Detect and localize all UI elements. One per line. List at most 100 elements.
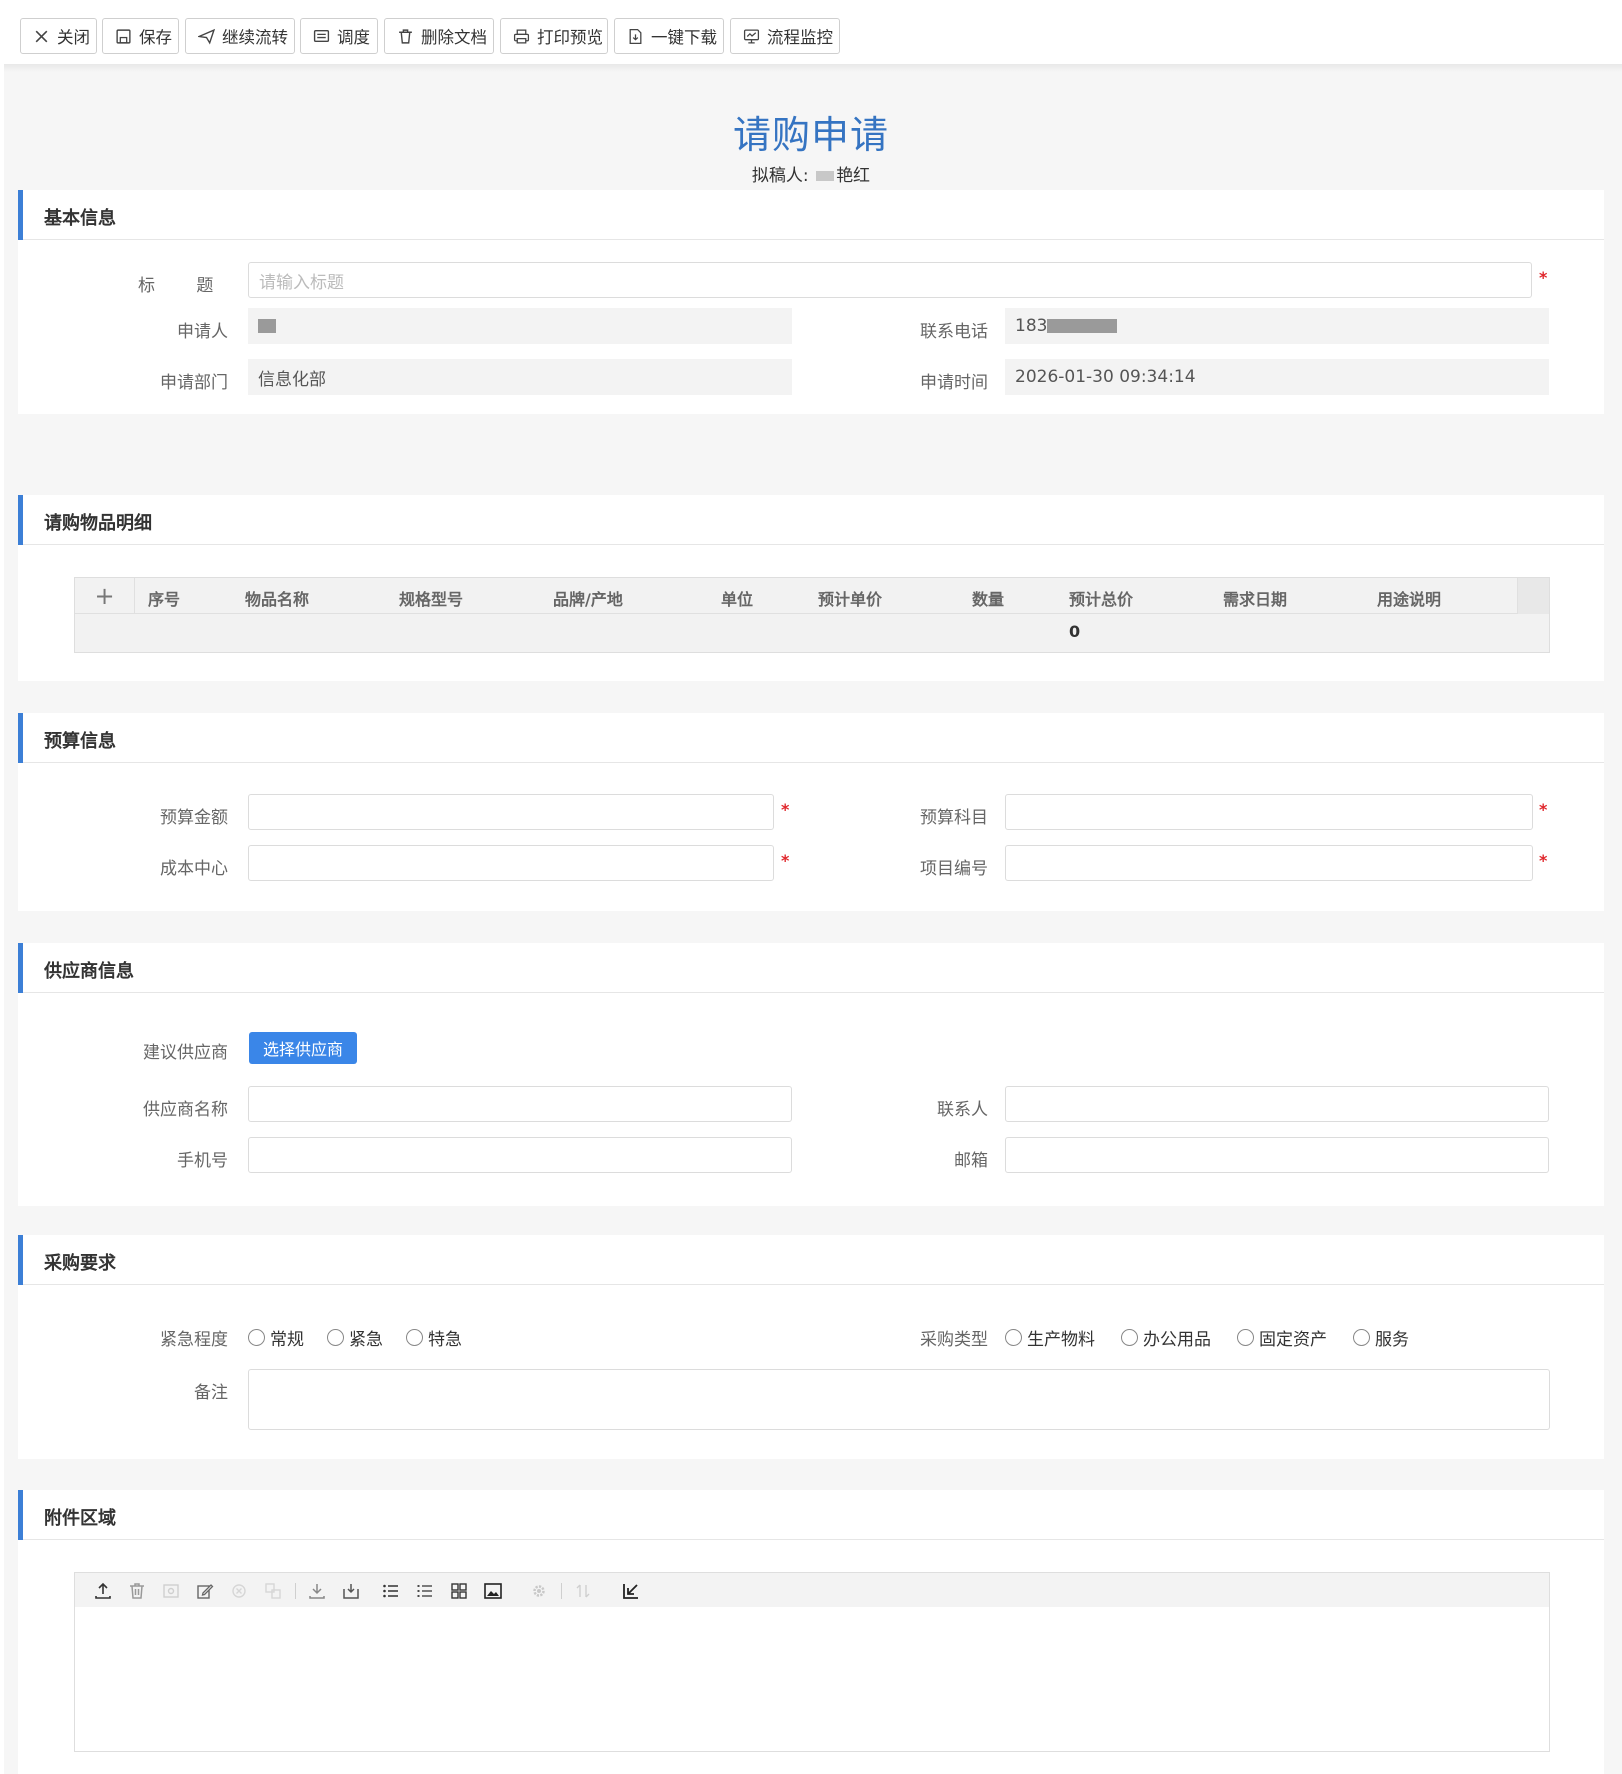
redacted-mask [816,171,835,181]
budget-subject-label: 预算科目 [920,808,988,828]
remark-label: 备注 [194,1383,228,1403]
close-button[interactable]: 关闭 [20,18,97,54]
dispatch-button[interactable]: 调度 [300,18,378,54]
email-label: 邮箱 [954,1151,988,1171]
required-mark: * [1539,800,1548,819]
time-field: 2026-01-30 09:34:14 [1005,359,1549,395]
cost-center-label: 成本中心 [160,859,228,879]
required-mark: * [781,800,790,819]
title-label: 标 题 [138,276,232,296]
send-icon [198,28,215,45]
dispatch-label: 调度 [337,28,370,47]
download-button[interactable]: 一键下载 [614,18,724,54]
add-row-button[interactable]: + [75,578,135,614]
section-accent-bar [18,943,23,993]
type-radio-production[interactable]: 生产物料 [1005,1325,1095,1350]
continue-flow-button[interactable]: 继续流转 [185,18,295,54]
phone-field: 183 [1005,308,1549,344]
download-label: 一键下载 [651,28,717,47]
section-header: 采购要求 [18,1235,1604,1285]
budget-amount-input[interactable] [248,794,774,830]
radio-circle[interactable] [327,1329,344,1346]
cancel-icon[interactable] [229,1581,249,1601]
budget-subject-input[interactable] [1005,794,1533,830]
image-icon[interactable] [483,1581,503,1601]
settings-icon[interactable] [529,1581,549,1601]
delete-icon[interactable] [127,1581,147,1601]
radio-circle[interactable] [1353,1329,1370,1346]
close-icon [35,30,48,42]
urgency-radio-normal[interactable]: 常规 [248,1325,304,1350]
cost-center-input[interactable] [248,845,774,881]
print-preview-button[interactable]: 打印预览 [500,18,608,54]
section-header: 附件区域 [18,1490,1604,1540]
continue-flow-label: 继续流转 [222,28,288,47]
grid-icon[interactable] [449,1581,469,1601]
urgency-radio-critical[interactable]: 特急 [406,1325,462,1350]
select-supplier-button[interactable]: 选择供应商 [249,1032,357,1064]
project-no-input[interactable] [1005,845,1533,881]
delete-doc-label: 删除文档 [421,28,487,47]
col-header: 物品名称 [245,590,310,609]
radio-circle[interactable] [406,1329,423,1346]
requirements-section: 采购要求 紧急程度 常规 紧急 特急 采购类型 生产物料 办公用品 固定资产 服… [18,1235,1604,1459]
download-file-icon [629,28,642,44]
flow-monitor-button[interactable]: 流程监控 [730,18,840,54]
col-header: 规格型号 [399,590,464,609]
section-accent-bar [18,1490,23,1540]
drafter-label: 拟稿人: [751,166,809,186]
download-icon[interactable] [307,1581,327,1601]
collapse-icon[interactable] [621,1581,641,1601]
col-header: 数量 [972,590,1005,609]
toolbar-separator [561,1583,562,1599]
type-radio-office[interactable]: 办公用品 [1121,1325,1211,1350]
remark-textarea[interactable] [248,1369,1550,1430]
type-radio-service[interactable]: 服务 [1353,1325,1409,1350]
col-header: 用途说明 [1377,590,1442,609]
attachment-toolbar [75,1573,1549,1607]
dept-field: 信息化部 [248,359,792,395]
copy-icon[interactable] [263,1581,283,1601]
supplier-section: 供应商信息 建议供应商 选择供应商 供应商名称 联系人 手机号 邮箱 [18,943,1604,1206]
save-button[interactable]: 保存 [102,18,179,54]
section-accent-bar [18,713,23,763]
edit-icon[interactable] [195,1581,215,1601]
time-label: 申请时间 [920,373,988,393]
mobile-input[interactable] [248,1137,792,1173]
basic-info-section: 基本信息 标 题 请输入标题 * 申请人 联系电话 183 申请部门 信息化部 … [18,190,1604,414]
required-mark: * [1539,851,1548,870]
section-title: 采购要求 [44,1253,116,1274]
contact-input[interactable] [1005,1086,1549,1122]
delete-doc-button[interactable]: 删除文档 [384,18,494,54]
applicant-label: 申请人 [177,322,228,342]
type-radio-fixed-asset[interactable]: 固定资产 [1237,1325,1327,1350]
preview-icon[interactable] [161,1581,181,1601]
title-input[interactable]: 请输入标题 [248,262,1532,298]
radio-circle[interactable] [1237,1329,1254,1346]
urgency-radio-urgent[interactable]: 紧急 [327,1325,383,1350]
section-title: 请购物品明细 [44,513,152,534]
upload-icon[interactable] [93,1581,113,1601]
email-input[interactable] [1005,1137,1549,1173]
radio-circle[interactable] [248,1329,265,1346]
toolbar: 关闭 保存 继续流转 调度 删除文档 打印预览 一键下载 流程监控 [0,0,1622,64]
supplier-name-input[interactable] [248,1086,792,1122]
col-header: 需求日期 [1223,590,1288,609]
close-label: 关闭 [57,28,90,47]
total-value: 0 [1069,622,1081,641]
section-title: 附件区域 [44,1508,116,1529]
dept-label: 申请部门 [160,373,228,393]
suggest-supplier-label: 建议供应商 [143,1043,228,1063]
required-mark: * [781,851,790,870]
detail-list-icon[interactable] [415,1581,435,1601]
radio-circle[interactable] [1121,1329,1138,1346]
save-icon [116,28,131,44]
list-icon[interactable] [381,1581,401,1601]
print-preview-label: 打印预览 [537,28,603,47]
save-label: 保存 [139,28,172,47]
import-icon[interactable] [341,1581,361,1601]
section-accent-bar [18,1235,23,1285]
radio-circle[interactable] [1005,1329,1022,1346]
sort-icon[interactable] [573,1581,593,1601]
purchase-type-label: 采购类型 [920,1330,988,1350]
